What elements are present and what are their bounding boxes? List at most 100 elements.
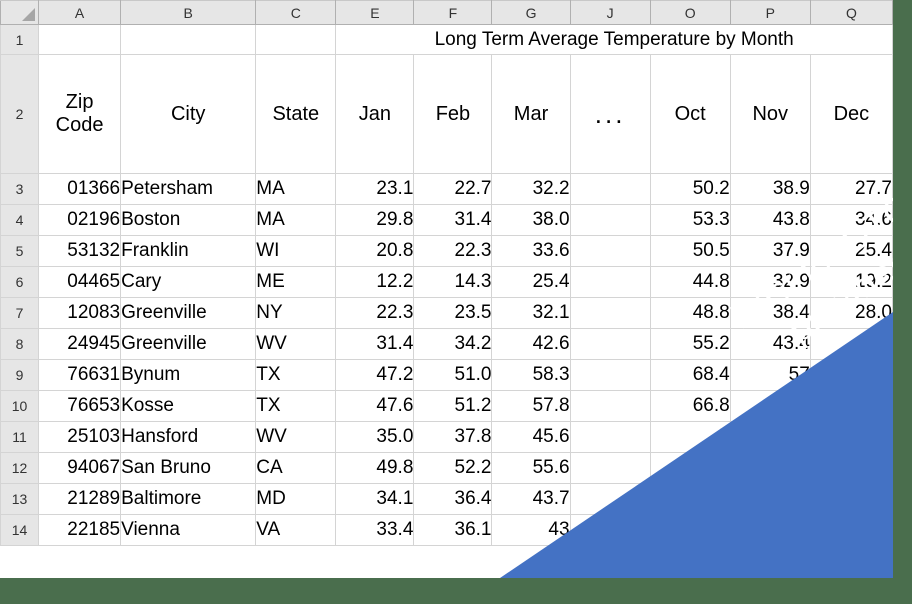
cell-nov[interactable] bbox=[729, 452, 811, 484]
cell-hidden-gap[interactable] bbox=[569, 297, 651, 329]
header-state[interactable]: State bbox=[255, 54, 337, 174]
cell-state[interactable]: WV bbox=[255, 421, 337, 453]
cell-dec[interactable]: 34.6 bbox=[809, 204, 893, 236]
table-row[interactable]: 10 76653 Kosse TX 47.6 51.2 57.8 66.8 bbox=[0, 390, 893, 422]
row-header-8[interactable]: 8 bbox=[0, 328, 40, 360]
cell-hidden-gap[interactable] bbox=[569, 483, 651, 515]
header-zip-code[interactable]: Zip Code bbox=[38, 54, 122, 174]
cell-hidden-gap[interactable] bbox=[569, 204, 651, 236]
cell-hidden-gap[interactable] bbox=[569, 328, 651, 360]
column-header-q[interactable]: Q bbox=[809, 0, 893, 25]
cell-nov[interactable] bbox=[729, 421, 811, 453]
cell-hidden-gap[interactable] bbox=[569, 359, 651, 391]
cell-state[interactable]: NY bbox=[255, 297, 337, 329]
cell-feb[interactable]: 51.2 bbox=[413, 390, 493, 422]
cell-mar[interactable]: 42.6 bbox=[491, 328, 571, 360]
cell-feb[interactable]: 51.0 bbox=[413, 359, 493, 391]
cell-city[interactable]: Cary bbox=[120, 266, 257, 298]
cell-dec[interactable] bbox=[809, 452, 893, 484]
cell-jan[interactable]: 31.4 bbox=[335, 328, 415, 360]
cell-city[interactable]: Vienna bbox=[120, 514, 257, 546]
column-header-e[interactable]: E bbox=[335, 0, 415, 25]
cell-jan[interactable]: 33.4 bbox=[335, 514, 415, 546]
row-header-2[interactable]: 2 bbox=[0, 54, 40, 174]
cell-feb[interactable]: 31.4 bbox=[413, 204, 493, 236]
cell-zip[interactable]: 22185 bbox=[38, 514, 122, 546]
cell-city[interactable]: Hansford bbox=[120, 421, 257, 453]
cell-zip[interactable]: 02196 bbox=[38, 204, 122, 236]
cell-mar[interactable]: 32.1 bbox=[491, 297, 571, 329]
cell-oct[interactable] bbox=[649, 483, 731, 515]
table-row[interactable]: 13 21289 Baltimore MD 34.1 36.4 43.7 bbox=[0, 483, 893, 515]
cell-nov[interactable]: 37.9 bbox=[729, 235, 811, 267]
header-oct[interactable]: Oct bbox=[649, 54, 731, 174]
cell-zip[interactable]: 76653 bbox=[38, 390, 122, 422]
cell-zip[interactable]: 94067 bbox=[38, 452, 122, 484]
row-header-9[interactable]: 9 bbox=[0, 359, 40, 391]
cell-city[interactable]: Baltimore bbox=[120, 483, 257, 515]
column-header-a[interactable]: A bbox=[38, 0, 122, 25]
cell-dec[interactable] bbox=[809, 483, 893, 515]
table-row[interactable]: 7 12083 Greenville NY 22.3 23.5 32.1 48.8 38.4 28… bbox=[0, 297, 893, 329]
header-mar[interactable]: Mar bbox=[491, 54, 571, 174]
row-header-4[interactable]: 4 bbox=[0, 204, 40, 236]
row-header-6[interactable]: 6 bbox=[0, 266, 40, 298]
table-row[interactable]: 12 94067 San Bruno CA 49.8 52.2 55.6 bbox=[0, 452, 893, 484]
cell-hidden-gap[interactable] bbox=[569, 421, 651, 453]
table-row[interactable]: 5 53132 Franklin WI 20.8 22.3 33.6 50.5 37.9 25.4 bbox=[0, 235, 893, 267]
cell-feb[interactable]: 22.3 bbox=[413, 235, 493, 267]
cell-nov[interactable]: 57 bbox=[729, 359, 811, 391]
cell-mar[interactable]: 55.6 bbox=[491, 452, 571, 484]
cell-state[interactable]: MA bbox=[255, 173, 337, 205]
row-header-7[interactable]: 7 bbox=[0, 297, 40, 329]
table-row[interactable]: 11 25103 Hansford WV 35.0 37.8 45.6 5 bbox=[0, 421, 893, 453]
column-header-g[interactable]: G bbox=[491, 0, 571, 25]
cell-nov[interactable]: 38.9 bbox=[729, 173, 811, 205]
table-row[interactable]: 14 22185 Vienna VA 33.4 36.1 43 bbox=[0, 514, 893, 546]
cell-zip[interactable]: 21289 bbox=[38, 483, 122, 515]
column-header-f[interactable]: F bbox=[413, 0, 493, 25]
cell-state[interactable]: TX bbox=[255, 359, 337, 391]
cell-zip[interactable]: 12083 bbox=[38, 297, 122, 329]
cell-feb[interactable]: 14.3 bbox=[413, 266, 493, 298]
table-row[interactable]: 6 04465 Cary ME 12.2 14.3 25.4 44.8 32.9 19.2 bbox=[0, 266, 893, 298]
cell-nov[interactable] bbox=[729, 483, 811, 515]
cell-zip[interactable]: 76631 bbox=[38, 359, 122, 391]
cell-zip[interactable]: 01366 bbox=[38, 173, 122, 205]
cell-dec[interactable] bbox=[809, 328, 893, 360]
cell-city[interactable]: San Bruno bbox=[120, 452, 257, 484]
column-header-j[interactable]: J bbox=[569, 0, 651, 25]
column-header-p[interactable]: P bbox=[729, 0, 811, 25]
cell-state[interactable]: TX bbox=[255, 390, 337, 422]
cell-hidden-gap[interactable] bbox=[569, 266, 651, 298]
cell-mar[interactable]: 38.0 bbox=[491, 204, 571, 236]
row-header-11[interactable]: 11 bbox=[0, 421, 40, 453]
cell-state[interactable]: WV bbox=[255, 328, 337, 360]
cell-oct[interactable]: 50.5 bbox=[649, 235, 731, 267]
cell-oct[interactable]: 44.8 bbox=[649, 266, 731, 298]
select-all-corner[interactable] bbox=[0, 0, 40, 25]
header-jan[interactable]: Jan bbox=[335, 54, 415, 174]
cell-city[interactable]: Greenville bbox=[120, 297, 257, 329]
row-header-13[interactable]: 13 bbox=[0, 483, 40, 515]
cell-hidden-gap[interactable] bbox=[569, 173, 651, 205]
table-row[interactable]: 8 24945 Greenville WV 31.4 34.2 42.6 55.2 43.4 bbox=[0, 328, 893, 360]
header-dec[interactable]: Dec bbox=[809, 54, 893, 174]
cell-jan[interactable]: 22.3 bbox=[335, 297, 415, 329]
cell-dec[interactable]: 28.0 bbox=[809, 297, 893, 329]
cell-nov[interactable]: 43.4 bbox=[729, 328, 811, 360]
cell-b1[interactable] bbox=[120, 24, 257, 55]
spreadsheet-view[interactable]: A B C E F G J O P Q 1 Long Term Average … bbox=[0, 0, 893, 578]
cell-mar[interactable]: 33.6 bbox=[491, 235, 571, 267]
row-header-3[interactable]: 3 bbox=[0, 173, 40, 205]
cell-mar[interactable]: 57.8 bbox=[491, 390, 571, 422]
cell-zip[interactable]: 04465 bbox=[38, 266, 122, 298]
cell-city[interactable]: Bynum bbox=[120, 359, 257, 391]
table-row[interactable]: 4 02196 Boston MA 29.8 31.4 38.0 53.3 43.8 34.6 bbox=[0, 204, 893, 236]
table-row[interactable]: 9 76631 Bynum TX 47.2 51.0 58.3 68.4 57 bbox=[0, 359, 893, 391]
cell-city[interactable]: Kosse bbox=[120, 390, 257, 422]
cell-zip[interactable]: 25103 bbox=[38, 421, 122, 453]
cell-dec[interactable] bbox=[809, 421, 893, 453]
cell-city[interactable]: Petersham bbox=[120, 173, 257, 205]
cell-mar[interactable]: 43.7 bbox=[491, 483, 571, 515]
